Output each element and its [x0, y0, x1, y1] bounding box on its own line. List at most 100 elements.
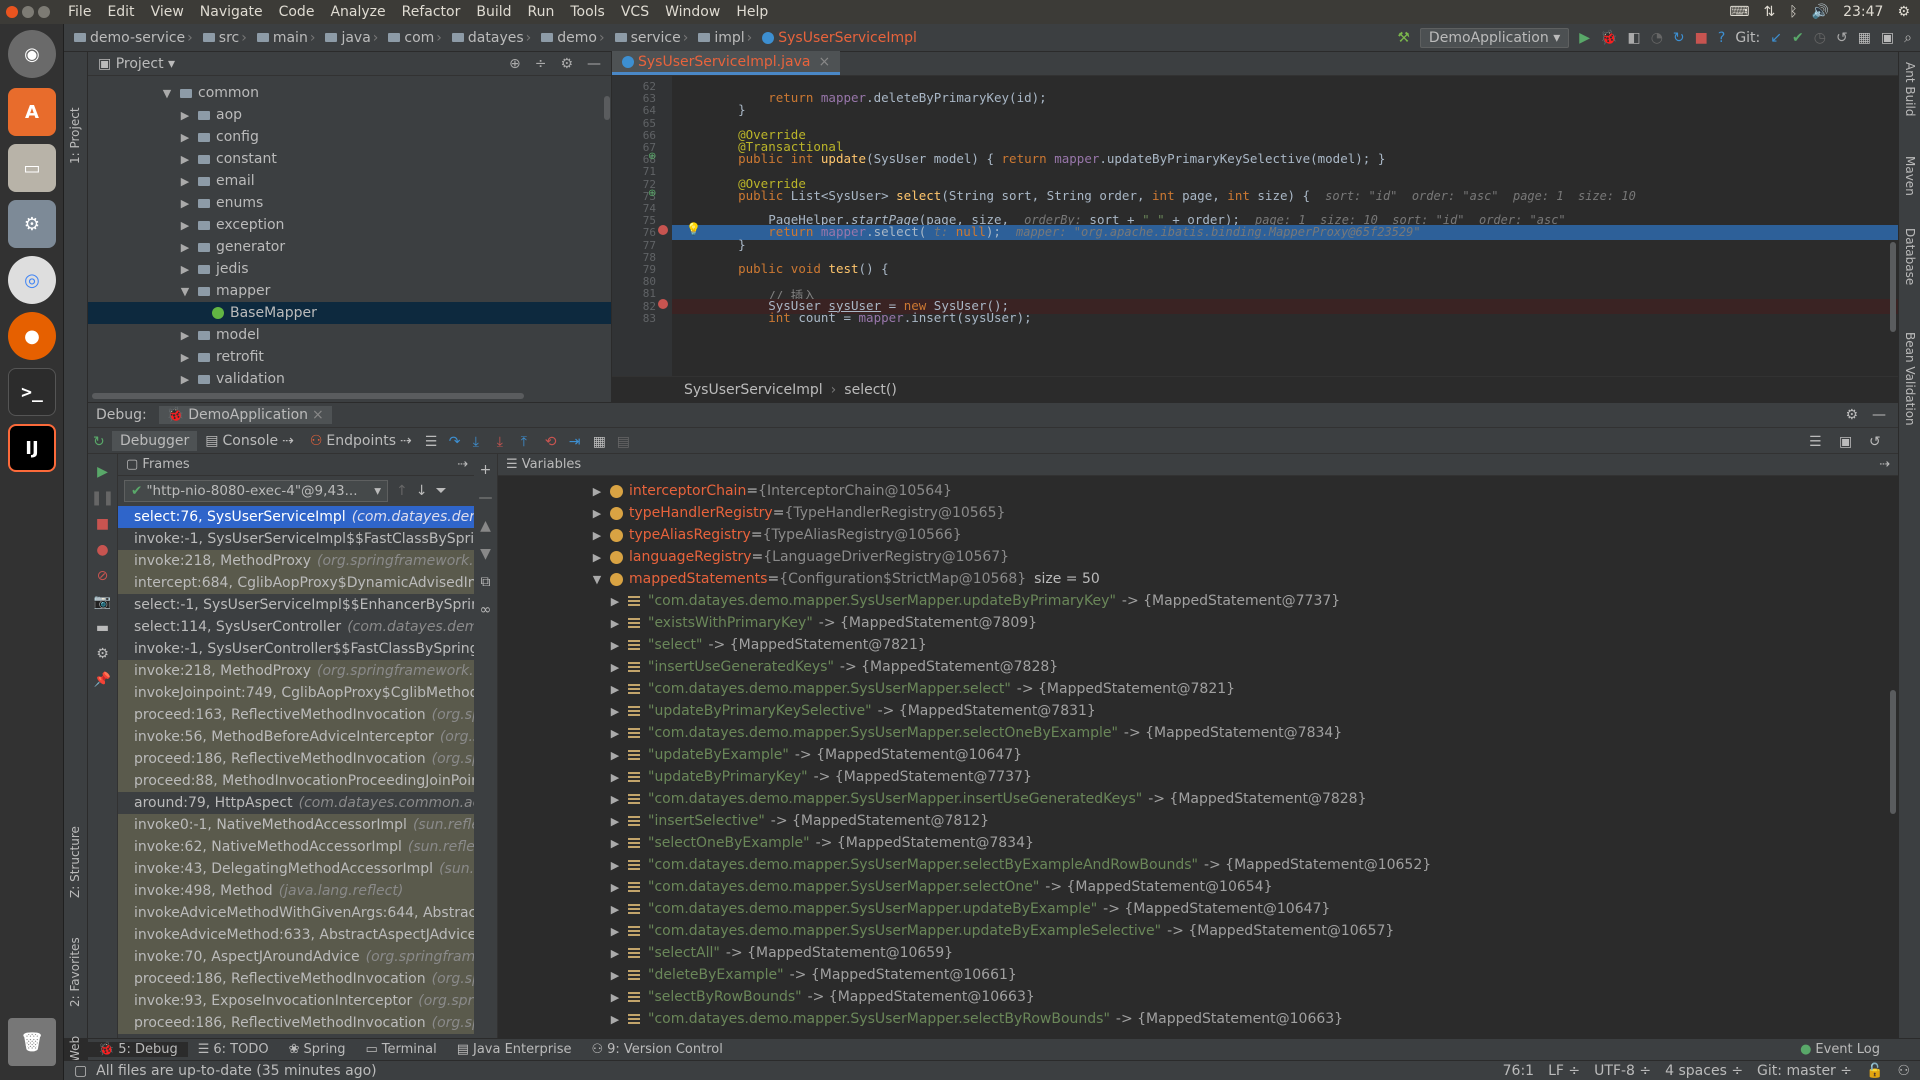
collapsed-arrow-icon[interactable]: ▶	[608, 705, 622, 718]
variable-row[interactable]: ▶ "com.datayes.demo.mapper.SysUserMapper.…	[498, 590, 1898, 612]
trash-icon[interactable]: 🗑	[8, 1018, 56, 1066]
crumb-method[interactable]: select()	[844, 382, 897, 398]
stack-frame[interactable]: select:114, SysUserController (com.dataye…	[118, 616, 474, 638]
stack-frame[interactable]: select:-1, SysUserServiceImpl$$EnhancerB…	[118, 594, 474, 616]
crumb-class[interactable]: SysUserServiceImpl	[684, 382, 823, 398]
collapsed-arrow-icon[interactable]: ▶	[608, 925, 622, 938]
stack-frame[interactable]: intercept:684, CglibAopProxy$DynamicAdvi…	[118, 572, 474, 594]
debug-icon[interactable]: 🐞	[1600, 30, 1617, 46]
collapsed-arrow-icon[interactable]: ▶	[178, 197, 192, 210]
vcs-update-icon[interactable]: ↙	[1770, 30, 1782, 46]
variable-row[interactable]: ▶ typeAliasRegistry = {TypeAliasRegistry@…	[498, 524, 1898, 546]
variable-row[interactable]: ▶ "com.datayes.demo.mapper.SysUserMapper.…	[498, 788, 1898, 810]
variable-row[interactable]: ▶ "deleteByExample" -> {MappedStatement@10…	[498, 964, 1898, 986]
collapsed-arrow-icon[interactable]: ▶	[178, 131, 192, 144]
maven-tool-button[interactable]: Maven	[1903, 156, 1917, 196]
tree-item[interactable]: ▼ mapper	[88, 280, 611, 302]
tree-item[interactable]: ▶ aop	[88, 104, 611, 126]
variable-row[interactable]: ▶ "com.datayes.demo.mapper.SysUserMapper.…	[498, 678, 1898, 700]
chrome-icon[interactable]: ◎	[8, 256, 56, 304]
collapsed-arrow-icon[interactable]: ▶	[608, 683, 622, 696]
stack-frame[interactable]: invokeJoinpoint:749, CglibAopProxy$Cglib…	[118, 682, 474, 704]
dash-home-icon[interactable]: ◉	[8, 30, 56, 78]
stack-frame[interactable]: invoke0:-1, NativeMethodAccessorImpl (sun…	[118, 814, 474, 836]
bean-validation-tool-button[interactable]: Bean Validation	[1903, 332, 1917, 426]
tree-item[interactable]: BaseMapper	[88, 302, 611, 324]
ant-build-tool-button[interactable]: Ant Build	[1903, 62, 1917, 116]
stack-frame[interactable]: invoke:218, MethodProxy (org.springframew…	[118, 660, 474, 682]
project-hscroll-thumb[interactable]	[92, 393, 524, 399]
stack-frame[interactable]: invoke:70, AspectJAroundAdvice (org.sprin…	[118, 946, 474, 968]
step-out-icon[interactable]: ⤒	[521, 434, 535, 450]
variable-row[interactable]: ▶ "selectAll" -> {MappedStatement@10659}	[498, 942, 1898, 964]
variable-row[interactable]: ▶ "updateByPrimaryKeySelective" -> {Mapped…	[498, 700, 1898, 722]
web-tool-button[interactable]: Web	[68, 1036, 82, 1062]
expanded-arrow-icon[interactable]: ▼	[160, 87, 174, 100]
menu-help[interactable]: Help	[728, 4, 776, 20]
rerun-icon[interactable]: ↻	[93, 434, 107, 450]
caret-position[interactable]: 76:1	[1503, 1063, 1534, 1079]
breadcrumb-item[interactable]: impl ›	[694, 30, 758, 46]
remove-watch-icon[interactable]: —	[479, 490, 493, 506]
collapsed-arrow-icon[interactable]: ▶	[178, 109, 192, 122]
tree-item[interactable]: ▶ generator	[88, 236, 611, 258]
restore-layout-icon[interactable]: ↺	[1869, 434, 1883, 450]
collapsed-arrow-icon[interactable]: ▶	[608, 749, 622, 762]
bottom-tab-terminal[interactable]: ▭ Terminal	[355, 1042, 446, 1057]
debug-hide-icon[interactable]: —	[1872, 407, 1886, 423]
settings-gear-icon[interactable]: ⚙	[1897, 4, 1910, 20]
collapsed-arrow-icon[interactable]: ▶	[590, 551, 604, 564]
code-line[interactable]: public int update(SysUser model) { retur…	[708, 151, 1385, 166]
help-icon[interactable]: ?	[1718, 30, 1725, 46]
trace-icon[interactable]: ▤	[617, 434, 631, 450]
software-center-icon[interactable]: A	[8, 88, 56, 136]
menu-analyze[interactable]: Analyze	[322, 4, 393, 20]
firefox-icon[interactable]: ●	[8, 312, 56, 360]
locate-icon[interactable]: ⊕	[509, 56, 521, 72]
build-hammer-icon[interactable]: ⚒	[1397, 30, 1410, 46]
project-structure-icon[interactable]: ▦	[1858, 30, 1871, 46]
bottom-tab-versioncontrol[interactable]: ⚇ 9: Version Control	[581, 1042, 732, 1057]
stack-frame[interactable]: select:76, SysUserServiceImpl (com.dataye…	[118, 506, 474, 528]
view-breakpoints-icon[interactable]: ●	[96, 542, 108, 558]
breadcrumb-item[interactable]: com ›	[384, 30, 448, 46]
collapsed-arrow-icon[interactable]: ▶	[178, 351, 192, 364]
collapsed-arrow-icon[interactable]: ▶	[178, 263, 192, 276]
variable-row[interactable]: ▶ typeHandlerRegistry = {TypeHandlerRegis…	[498, 502, 1898, 524]
variable-row[interactable]: ▶ languageRegistry = {LanguageDriverRegis…	[498, 546, 1898, 568]
variable-row[interactable]: ▶ "com.datayes.demo.mapper.SysUserMapper.…	[498, 1008, 1898, 1030]
stack-frame[interactable]: proceed:186, ReflectiveMethodInvocation (…	[118, 1012, 474, 1034]
menu-view[interactable]: View	[143, 4, 192, 20]
expanded-arrow-icon[interactable]: ▼	[178, 285, 192, 298]
variables-vscroll-thumb[interactable]	[1890, 690, 1896, 814]
search-icon[interactable]: ⌕	[1904, 30, 1912, 46]
collapsed-arrow-icon[interactable]: ▶	[608, 947, 622, 960]
debug-session-tab[interactable]: 🐞 DemoApplication ×	[158, 406, 332, 424]
collapsed-arrow-icon[interactable]: ▶	[608, 793, 622, 806]
project-vscroll-thumb[interactable]	[604, 96, 610, 120]
expanded-arrow-icon[interactable]: ▼	[590, 573, 604, 586]
code-line[interactable]: }	[708, 237, 746, 252]
variable-row[interactable]: ▶ "insertUseGeneratedKeys" -> {MappedState…	[498, 656, 1898, 678]
stop-debug-icon[interactable]: ■	[96, 516, 109, 532]
file-manager-icon[interactable]: ▭	[8, 144, 56, 192]
code-line[interactable]: return mapper.deleteByPrimaryKey(id);	[708, 90, 1046, 105]
stack-frame[interactable]: around:79, HttpAspect (com.datayes.common…	[118, 792, 474, 814]
breakpoint-icon[interactable]	[658, 298, 668, 309]
step-over-icon[interactable]: ↷	[449, 434, 463, 450]
variable-row[interactable]: ▶ "updateByPrimaryKey" -> {MappedStatement…	[498, 766, 1898, 788]
tree-item[interactable]: ▶ retrofit	[88, 346, 611, 368]
breadcrumb-item[interactable]: service ›	[611, 30, 695, 46]
collapsed-arrow-icon[interactable]: ▶	[608, 771, 622, 784]
intention-bulb-icon[interactable]: 💡	[686, 222, 701, 236]
collapsed-arrow-icon[interactable]: ▶	[608, 859, 622, 872]
variable-row[interactable]: ▶ "existsWithPrimaryKey" -> {MappedStateme…	[498, 612, 1898, 634]
collapsed-arrow-icon[interactable]: ▶	[178, 153, 192, 166]
collapsed-arrow-icon[interactable]: ▶	[608, 969, 622, 982]
tab-console[interactable]: ▤ Console ⇢	[197, 431, 302, 451]
variable-row[interactable]: ▶ "selectOneByExample" -> {MappedStatement…	[498, 832, 1898, 854]
variable-row[interactable]: ▶ "com.datayes.demo.mapper.SysUserMapper.…	[498, 722, 1898, 744]
frame-up-icon[interactable]: ↑	[396, 483, 408, 499]
line-separator[interactable]: LF ÷	[1548, 1063, 1580, 1079]
force-step-into-icon[interactable]: ⤓	[497, 434, 511, 450]
